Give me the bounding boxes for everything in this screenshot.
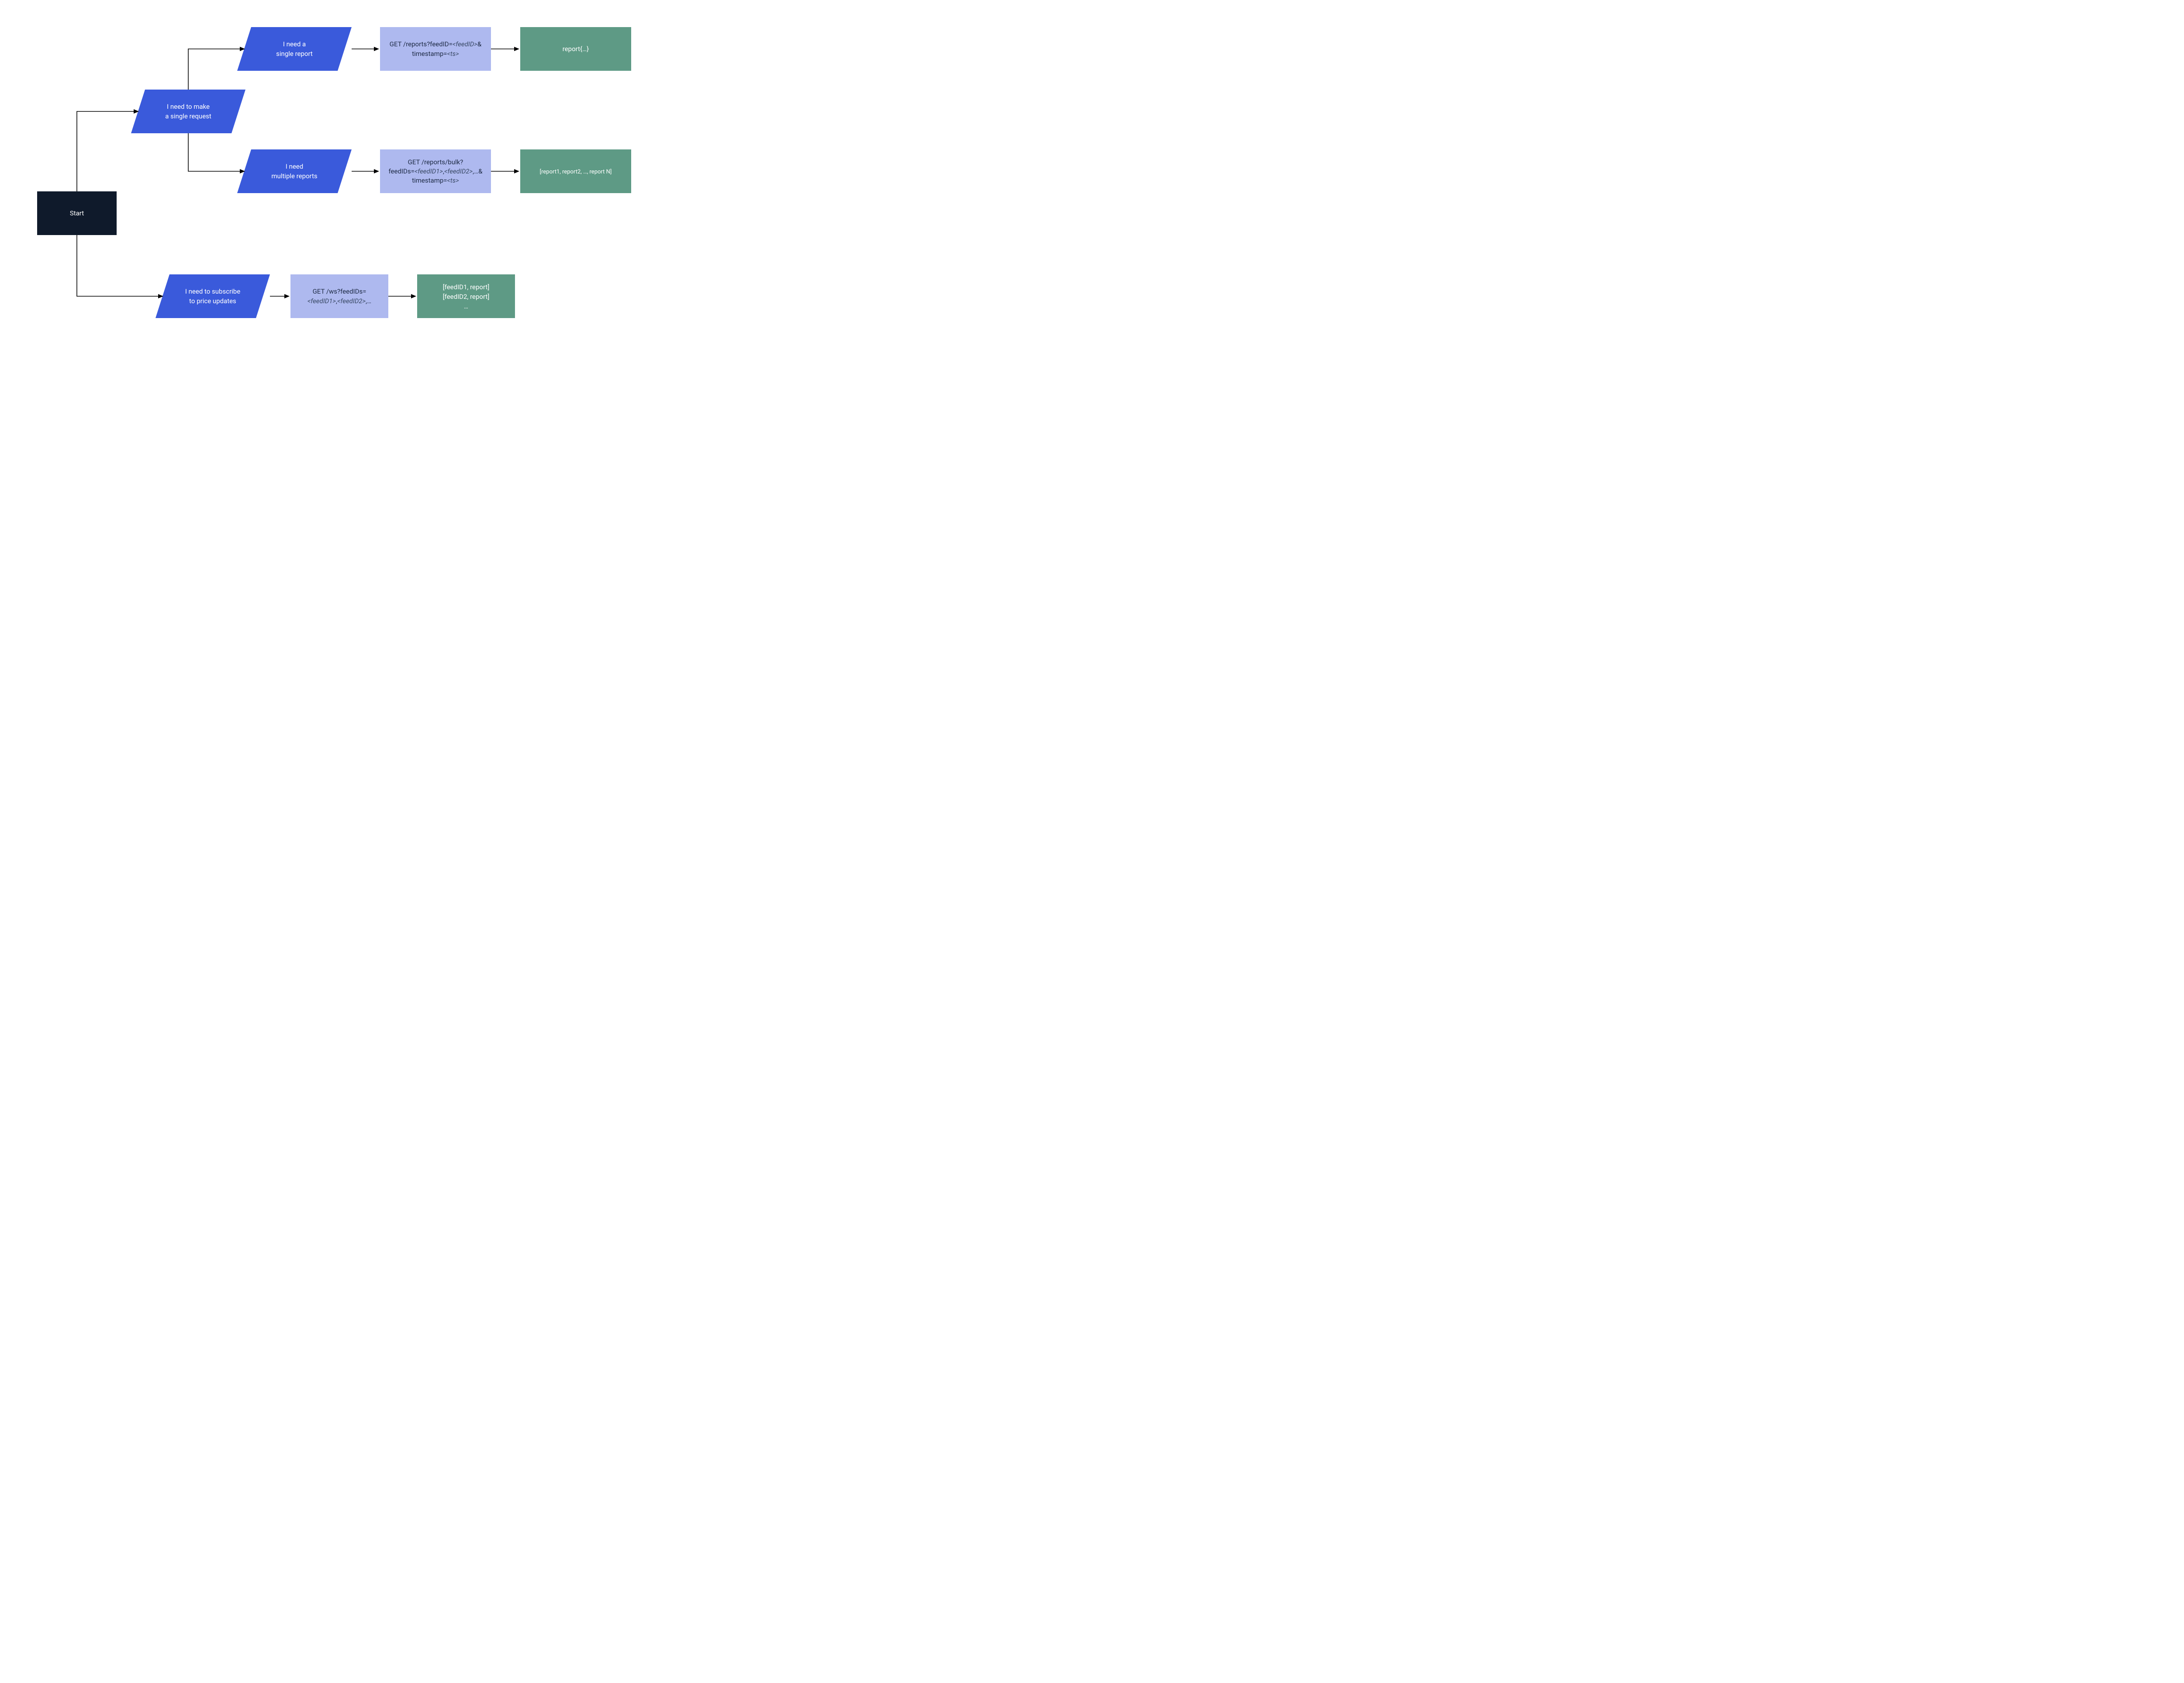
decision-single-report-line2: single report: [276, 50, 313, 58]
result-ws: [feedID1, report] [feedID2, report] …: [417, 274, 515, 318]
api-ws-line1: GET /ws?feedIDs=: [313, 287, 366, 295]
decision-single-request-line1: I need to make: [167, 103, 210, 111]
api-bulk-line3: timestamp=<ts>: [412, 177, 459, 184]
api-single-line1: GET /reports?feedID=<feedID>&: [390, 40, 482, 48]
result-bulk-label: [report1, report2, …, report N]: [540, 169, 612, 175]
api-bulk-reports: GET /reports/bulk? feedIDs=<feedID1>,<fe…: [380, 149, 491, 193]
result-bulk: [report1, report2, …, report N]: [520, 149, 631, 193]
api-bulk-line2: feedIDs=<feedID1>,<feedID2>,…&: [389, 167, 483, 175]
decision-multiple-reports-line2: multiple reports: [271, 172, 317, 180]
api-bulk-line1: GET /reports/bulk?: [408, 158, 463, 166]
arrow-single-request-to-single-report: [188, 49, 244, 90]
result-single-label: report{…}: [563, 45, 589, 53]
result-ws-line2: [feedID2, report]: [443, 293, 490, 301]
flowchart-diagram: Start I need to make a single request I …: [0, 0, 681, 329]
api-single-report: GET /reports?feedID=<feedID>& timestamp=…: [380, 27, 491, 71]
api-single-line2: timestamp=<ts>: [412, 50, 459, 58]
decision-multiple-reports: I need multiple reports: [237, 149, 352, 193]
arrow-start-to-single-request: [77, 111, 138, 191]
start-label: Start: [70, 209, 84, 217]
result-ws-line1: [feedID1, report]: [443, 283, 490, 291]
result-single: report{…}: [520, 27, 631, 71]
start-node: Start: [37, 191, 117, 235]
decision-subscribe: I need to subscribe to price updates: [156, 274, 270, 318]
decision-subscribe-line1: I need to subscribe: [185, 287, 240, 295]
decision-multiple-reports-line1: I need: [286, 163, 303, 170]
decision-single-request-line2: a single request: [165, 112, 211, 120]
api-ws-line2: <feedID1>,<feedID2>,…: [308, 297, 371, 305]
decision-single-request: I need to make a single request: [131, 90, 245, 133]
decision-single-report: I need a single report: [237, 27, 352, 71]
result-ws-line3: …: [464, 302, 468, 310]
api-websocket: GET /ws?feedIDs= <feedID1>,<feedID2>,…: [290, 274, 388, 318]
arrow-single-request-to-multiple-reports: [188, 133, 244, 171]
decision-single-report-line1: I need a: [283, 40, 306, 48]
decision-subscribe-line2: to price updates: [189, 297, 236, 305]
arrow-start-to-subscribe: [77, 235, 162, 296]
